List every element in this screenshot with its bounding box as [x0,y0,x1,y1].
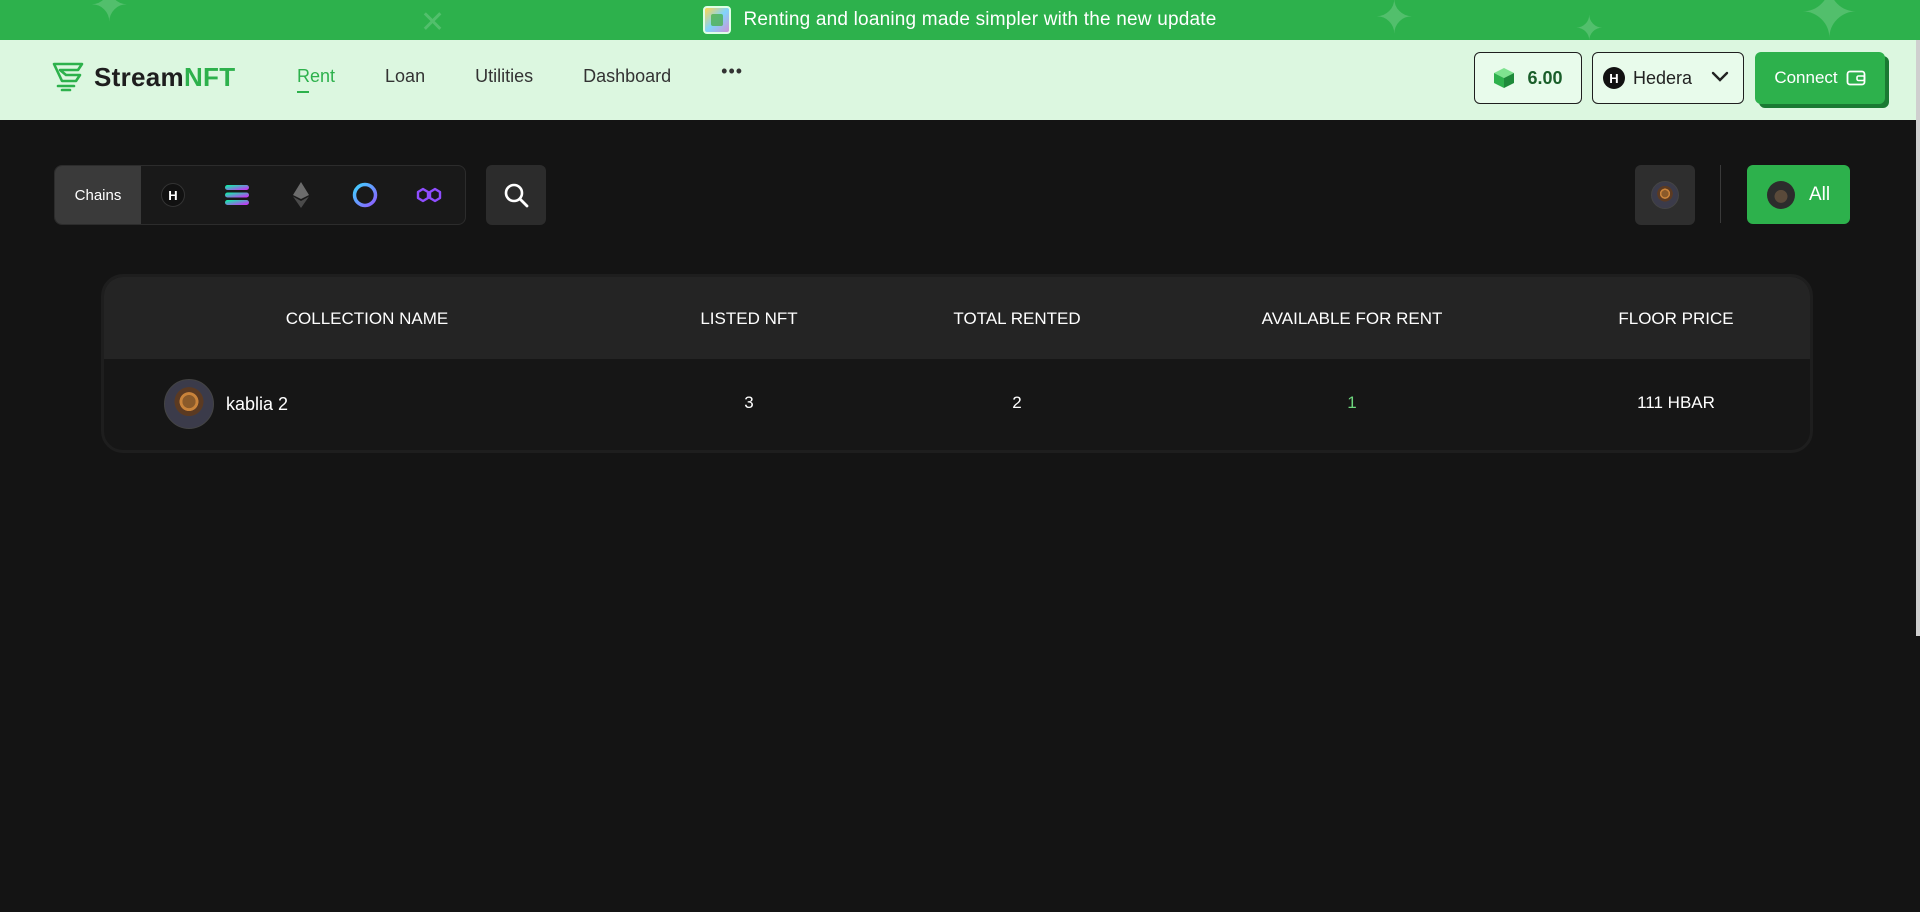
chevron-down-icon [1711,71,1729,82]
collections-table: COLLECTION NAME LISTED NFT TOTAL RENTED … [101,274,1813,453]
column-available-for-rent: AVAILABLE FOR RENT [1261,309,1443,328]
collection-filter-button[interactable] [1635,165,1695,225]
floor-price-value: 111 HBAR [1637,393,1715,412]
banner-text[interactable]: Renting and loaning made simpler with th… [743,9,1216,31]
chain-solana-icon[interactable] [205,166,269,224]
nav-loan[interactable]: Loan [385,66,425,87]
brand-logo[interactable]: StreamNFT [52,60,235,94]
table-header: COLLECTION NAME LISTED NFT TOTAL RENTED … [104,277,1810,359]
cube-icon [1494,68,1515,88]
sparkle-decoration-icon: ✦ [1800,0,1859,40]
connect-label: Connect [1774,68,1838,87]
network-label: Hedera [1633,67,1693,88]
sparkle-decoration-icon: ✦ [1375,0,1414,40]
chain-polygon-icon[interactable] [397,166,461,224]
all-collections-button[interactable]: All [1747,165,1850,224]
chain-ethereum-icon[interactable] [269,166,333,224]
announcement-banner: ✦ ✕ ✦ ✦ ✦ Renting and loaning made simpl… [0,0,1920,40]
filter-divider [1720,165,1721,223]
table-row[interactable]: kablia 2 3 2 1 111 HBAR [104,359,1810,450]
column-floor-price: FLOOR PRICE [1618,309,1734,328]
collection-name: kablia 2 [226,393,289,414]
nav-rent[interactable]: Rent [297,66,335,93]
main-nav: Rent Loan Utilities Dashboard ••• [297,61,743,93]
balance-display[interactable]: 6.00 [1474,52,1582,104]
nav-utilities[interactable]: Utilities [475,66,533,87]
column-collection-name: COLLECTION NAME [285,309,449,328]
listed-nft-value: 3 [744,393,754,412]
search-icon [504,183,529,208]
streamnft-logo-icon [52,62,84,92]
page-scrollbar[interactable] [1916,40,1920,636]
chains-label: Chains [55,166,141,224]
available-for-rent-value: 1 [1347,393,1357,412]
nav-dashboard[interactable]: Dashboard [583,66,671,87]
top-header: StreamNFT Rent Loan Utilities Dashboard … [0,40,1916,120]
search-button[interactable] [486,165,546,225]
brand-name: StreamNFT [94,61,236,92]
update-icon [703,6,732,34]
all-label: All [1808,183,1831,205]
sparkle-decoration-icon: ✦ [1575,10,1604,40]
connect-wallet-button[interactable]: Connect [1755,52,1885,104]
collection-cell: kablia 2 [164,379,288,429]
collection-avatar [164,379,214,429]
total-rented-value: 2 [1012,393,1022,412]
network-select[interactable]: H Hedera [1592,52,1744,104]
collection-avatar [1651,181,1679,209]
hedera-icon: H [1603,67,1625,89]
chain-circle-icon[interactable] [333,166,397,224]
column-total-rented: TOTAL RENTED [953,309,1081,328]
more-menu-icon[interactable]: ••• [721,61,743,82]
wallet-icon [1846,70,1866,86]
chain-hedera-icon[interactable]: H [141,166,205,224]
sparkle-decoration-icon: ✦ [90,0,129,31]
chains-filter: Chains H [54,165,466,225]
column-listed-nft: LISTED NFT [700,309,798,328]
all-avatar [1766,180,1795,209]
sparkle-decoration-icon: ✕ [420,6,446,39]
balance-value: 6.00 [1527,67,1563,88]
